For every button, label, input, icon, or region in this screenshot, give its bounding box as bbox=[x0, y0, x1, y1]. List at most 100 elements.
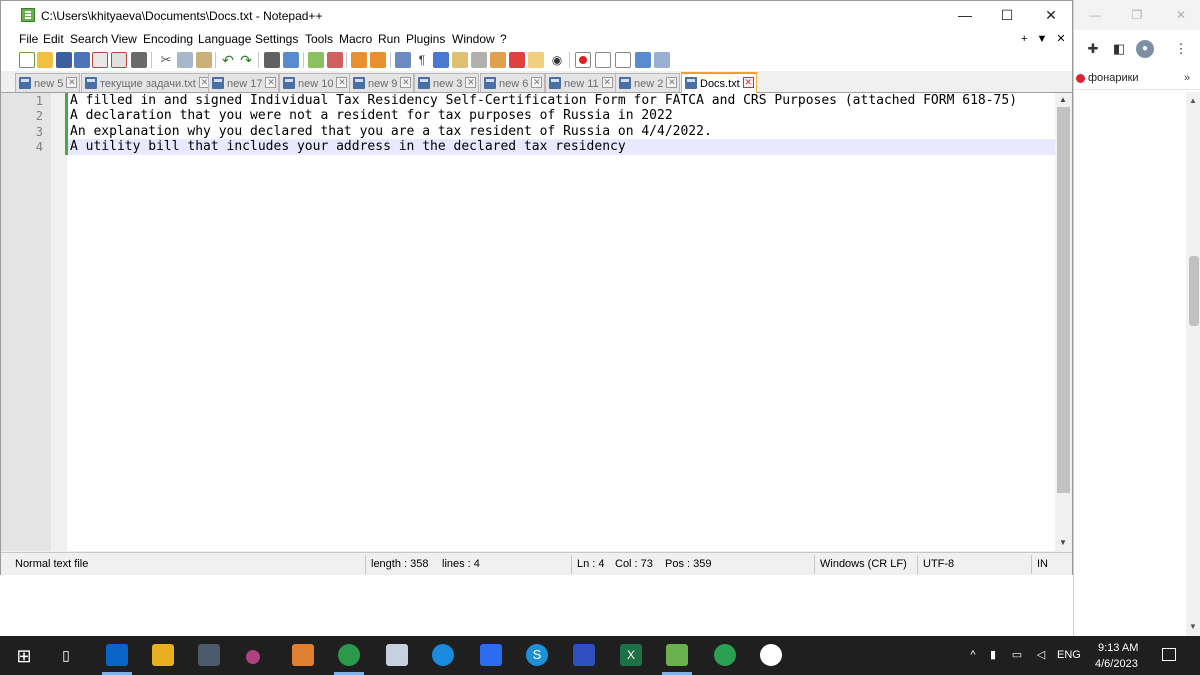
scroll-thumb[interactable] bbox=[1057, 107, 1070, 493]
tab-close-icon[interactable]: ✕ bbox=[336, 77, 348, 88]
menu-encoding[interactable]: Encoding bbox=[143, 32, 193, 46]
save-all-icon[interactable] bbox=[74, 52, 90, 68]
tab-close-icon[interactable]: ✕ bbox=[465, 77, 477, 88]
minimize-button[interactable]: — bbox=[942, 1, 988, 29]
excel-icon[interactable]: X bbox=[620, 644, 642, 666]
clock-time[interactable]: 9:13 AM bbox=[1098, 642, 1138, 654]
browser-close-icon[interactable]: ✕ bbox=[1172, 6, 1190, 24]
maximize-button[interactable]: ☐ bbox=[984, 1, 1030, 29]
status-encoding[interactable]: UTF-8 bbox=[923, 558, 954, 570]
windows-start-icon[interactable]: ⊞ bbox=[14, 646, 34, 666]
sync-vertical-icon[interactable] bbox=[351, 52, 367, 68]
browser-scroll-thumb[interactable] bbox=[1189, 256, 1199, 326]
text-editor[interactable]: 1 2 3 4 A filled in and signed Individua… bbox=[1, 93, 1072, 551]
stop-macro-icon[interactable] bbox=[595, 52, 611, 68]
tab-close-icon[interactable]: ✕ bbox=[666, 77, 678, 88]
bookmarks-more-button[interactable]: » bbox=[1184, 72, 1190, 84]
menu-view[interactable]: View bbox=[111, 32, 137, 46]
word-wrap-icon[interactable] bbox=[395, 52, 411, 68]
tab-close-icon[interactable]: ✕ bbox=[400, 77, 412, 88]
show-hidden-icons[interactable]: ^ bbox=[966, 648, 980, 662]
app-icon[interactable] bbox=[246, 650, 260, 664]
run-macro-multiple-icon[interactable] bbox=[635, 52, 651, 68]
tab-new-3[interactable]: new 3 ✕ bbox=[414, 73, 480, 92]
file-explorer-icon[interactable] bbox=[152, 644, 174, 666]
tab-docs-txt[interactable]: Docs.txt ✕ bbox=[681, 72, 757, 93]
tab-close-icon[interactable]: ✕ bbox=[601, 77, 613, 88]
project-icon[interactable] bbox=[528, 52, 544, 68]
scroll-up-icon[interactable]: ▲ bbox=[1189, 96, 1197, 105]
fold-margin[interactable] bbox=[51, 93, 67, 551]
record-macro-icon[interactable] bbox=[575, 52, 591, 68]
tab-close-icon[interactable]: ✕ bbox=[742, 77, 754, 88]
tab-close-icon[interactable]: ✕ bbox=[66, 77, 78, 88]
tab-close-icon[interactable]: ✕ bbox=[265, 77, 277, 88]
volume-icon[interactable]: ◁ bbox=[1034, 648, 1048, 662]
menu-help[interactable]: ? bbox=[500, 32, 507, 46]
sync-horizontal-icon[interactable] bbox=[370, 52, 386, 68]
replace-icon[interactable] bbox=[283, 52, 299, 68]
show-all-characters-icon[interactable]: ¶ bbox=[414, 52, 430, 68]
green-app-icon[interactable] bbox=[714, 644, 736, 666]
folder-workspace-icon[interactable] bbox=[509, 52, 525, 68]
print-icon[interactable] bbox=[131, 52, 147, 68]
browser-menu-icon[interactable]: ⋮ bbox=[1172, 40, 1190, 58]
zoom-icon[interactable] bbox=[480, 644, 502, 666]
menu-run[interactable]: Run bbox=[378, 32, 400, 46]
webex-icon[interactable] bbox=[573, 644, 595, 666]
user-language-icon[interactable] bbox=[452, 52, 468, 68]
extensions-puzzle-icon[interactable]: ✚ bbox=[1084, 40, 1102, 58]
save-icon[interactable] bbox=[56, 52, 72, 68]
undo-icon[interactable]: ↶ bbox=[220, 52, 236, 68]
cut-icon[interactable]: ✂ bbox=[158, 52, 174, 68]
new-file-icon[interactable] bbox=[19, 52, 35, 68]
zoom-in-icon[interactable] bbox=[308, 52, 324, 68]
scroll-up-icon[interactable]: ▲ bbox=[1059, 95, 1067, 104]
browser-minimize-icon[interactable]: — bbox=[1086, 6, 1104, 24]
text-line[interactable]: An explanation why you declared that you… bbox=[70, 124, 712, 140]
snipping-tool-icon[interactable] bbox=[198, 644, 220, 666]
bookmark-item[interactable]: фонарики bbox=[1088, 72, 1139, 84]
copy-icon[interactable] bbox=[177, 52, 193, 68]
status-eol[interactable]: Windows (CR LF) bbox=[820, 558, 907, 570]
menu-macro[interactable]: Macro bbox=[339, 32, 372, 46]
play-macro-icon[interactable] bbox=[615, 52, 631, 68]
browser-restore-icon[interactable]: ❐ bbox=[1128, 6, 1146, 24]
task-view-icon[interactable]: ▯ bbox=[55, 644, 77, 666]
menu-right-controls[interactable]: + ▼ ✕ bbox=[1021, 32, 1066, 45]
find-icon[interactable] bbox=[264, 52, 280, 68]
menu-search[interactable]: Search bbox=[70, 32, 108, 46]
text-line[interactable]: A utility bill that includes your addres… bbox=[70, 139, 626, 155]
close-file-icon[interactable] bbox=[92, 52, 108, 68]
indent-guide-icon[interactable] bbox=[433, 52, 449, 68]
side-panel-icon[interactable]: ◧ bbox=[1110, 40, 1128, 58]
zoom-out-icon[interactable] bbox=[327, 52, 343, 68]
open-file-icon[interactable] bbox=[37, 52, 53, 68]
chrome-icon[interactable] bbox=[338, 644, 360, 666]
tab-current-tasks[interactable]: текущие задачи.txt ✕ bbox=[81, 73, 213, 92]
scroll-down-icon[interactable]: ▼ bbox=[1189, 622, 1197, 631]
tab-new-2[interactable]: new 2 ✕ bbox=[615, 73, 681, 92]
menu-settings[interactable]: Settings bbox=[255, 32, 298, 46]
notepad-plus-plus-taskbar-icon[interactable] bbox=[666, 644, 688, 666]
browser-scrollbar[interactable]: ▲ ▼ bbox=[1186, 92, 1200, 636]
function-list-icon[interactable] bbox=[490, 52, 506, 68]
status-insert-mode[interactable]: IN bbox=[1037, 558, 1048, 570]
microphone-icon[interactable]: ▮ bbox=[986, 648, 1000, 662]
menu-edit[interactable]: Edit bbox=[43, 32, 64, 46]
tab-new-9[interactable]: new 9 ✕ bbox=[349, 73, 415, 92]
text-line[interactable]: A declaration that you were not a reside… bbox=[70, 108, 673, 124]
edge-icon[interactable] bbox=[432, 644, 454, 666]
cloud-app-icon[interactable] bbox=[760, 644, 782, 666]
battery-icon[interactable]: ▭ bbox=[1010, 648, 1024, 662]
menu-language[interactable]: Language bbox=[198, 32, 251, 46]
input-language[interactable]: ENG bbox=[1057, 649, 1081, 661]
vertical-scrollbar[interactable]: ▲ ▼ bbox=[1055, 93, 1072, 551]
tab-close-icon[interactable]: ✕ bbox=[531, 77, 543, 88]
title-bar[interactable]: C:\Users\khityaeva\Documents\Docs.txt - … bbox=[1, 1, 1072, 29]
close-button[interactable]: ✕ bbox=[1028, 1, 1074, 29]
document-map-icon[interactable] bbox=[471, 52, 487, 68]
close-all-icon[interactable] bbox=[111, 52, 127, 68]
save-app-icon[interactable] bbox=[386, 644, 408, 666]
menu-file[interactable]: File bbox=[19, 32, 38, 46]
